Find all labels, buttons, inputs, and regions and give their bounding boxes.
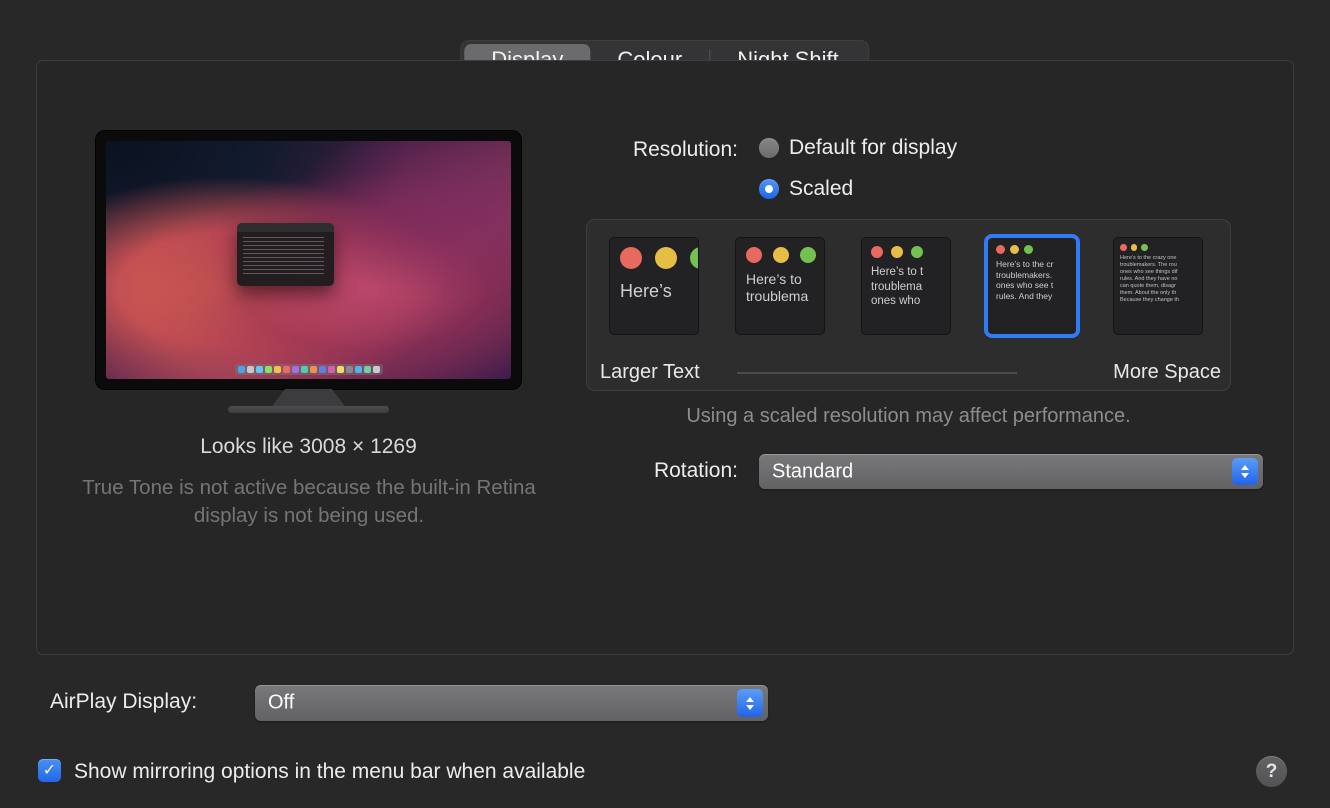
airplay-value: Off [268,691,295,714]
scale-option-text: Here’s to t troublema ones who [871,266,924,307]
traffic-lights-icon [996,245,1076,254]
content-panel: Looks like 3008 × 1269 True Tone is not … [36,60,1294,655]
display-preferences-window: Display Colour Night Shift Looks like 30… [0,0,1330,808]
checkmark-icon: ✓ [42,761,57,779]
more-space-label: More Space [1113,361,1221,383]
resolution-label: Resolution: [632,138,738,161]
green-dot-icon [800,247,816,263]
rotation-dropdown[interactable]: Standard [759,454,1263,489]
stepper-icon [737,689,763,717]
mirroring-checkbox[interactable]: ✓ [38,759,61,782]
radio-default-for-display[interactable]: Default for display [759,136,957,160]
rotation-label: Rotation: [653,459,738,482]
yellow-dot-icon [891,246,903,258]
radio-unselected-icon[interactable] [759,138,779,158]
scale-option-text: Here’s to the cr troublemakers. ones who… [996,259,1054,301]
dock-preview [234,364,383,375]
terminal-window-preview [237,223,334,286]
scale-option-5[interactable]: Here’s to the crazy one troublemakers. T… [1113,237,1203,335]
scale-option-text: Here’s to troublema [746,271,809,304]
scale-option-1[interactable]: Here’s [609,237,699,335]
traffic-lights-icon [871,246,950,258]
monitor-base [228,406,389,413]
help-button[interactable]: ? [1256,756,1287,787]
red-dot-icon [620,247,642,269]
yellow-dot-icon [1010,245,1019,254]
red-dot-icon [996,245,1005,254]
resolution-summary: Looks like 3008 × 1269 [200,435,417,458]
mirroring-checkbox-label: Show mirroring options in the menu bar w… [74,760,586,783]
larger-text-label: Larger Text [600,361,700,383]
scale-option-text: Here’s [620,281,672,301]
yellow-dot-icon [1130,244,1137,251]
radio-selected-icon[interactable] [759,179,779,199]
monitor-stand [272,389,345,406]
traffic-lights-icon [1120,244,1202,251]
rotation-value: Standard [772,460,854,482]
yellow-dot-icon [655,247,677,269]
scale-option-text: Here’s to the crazy one troublemakers. T… [1120,254,1180,303]
performance-note: Using a scaled resolution may affect per… [686,405,1131,427]
red-dot-icon [871,246,883,258]
radio-default-label: Default for display [789,136,958,159]
green-dot-icon [690,247,698,269]
scale-option-3[interactable]: Here’s to t troublema ones who [861,237,951,335]
airplay-display-dropdown[interactable]: Off [255,685,768,721]
stepper-icon [1232,458,1258,485]
radio-scaled-label: Scaled [789,177,854,200]
scale-option-2[interactable]: Here’s to troublema [735,237,825,335]
green-dot-icon [911,246,923,258]
green-dot-icon [1024,245,1033,254]
airplay-display-label: AirPlay Display: [50,690,198,713]
yellow-dot-icon [773,247,789,263]
red-dot-icon [746,247,762,263]
scale-track [737,372,1017,374]
green-dot-icon [1141,244,1148,251]
traffic-lights-icon [620,247,698,269]
scale-option-4-selected[interactable]: Here’s to the cr troublemakers. ones who… [987,237,1077,335]
red-dot-icon [1120,244,1127,251]
true-tone-note: True Tone is not active because the buil… [82,476,536,527]
radio-scaled[interactable]: Scaled [759,177,853,201]
monitor-wallpaper-preview [106,141,511,379]
monitor-bezel [96,131,521,389]
traffic-lights-icon [746,247,824,263]
scaled-resolution-picker: Here’s Here’s to troublema Here’s to t t… [586,219,1231,391]
